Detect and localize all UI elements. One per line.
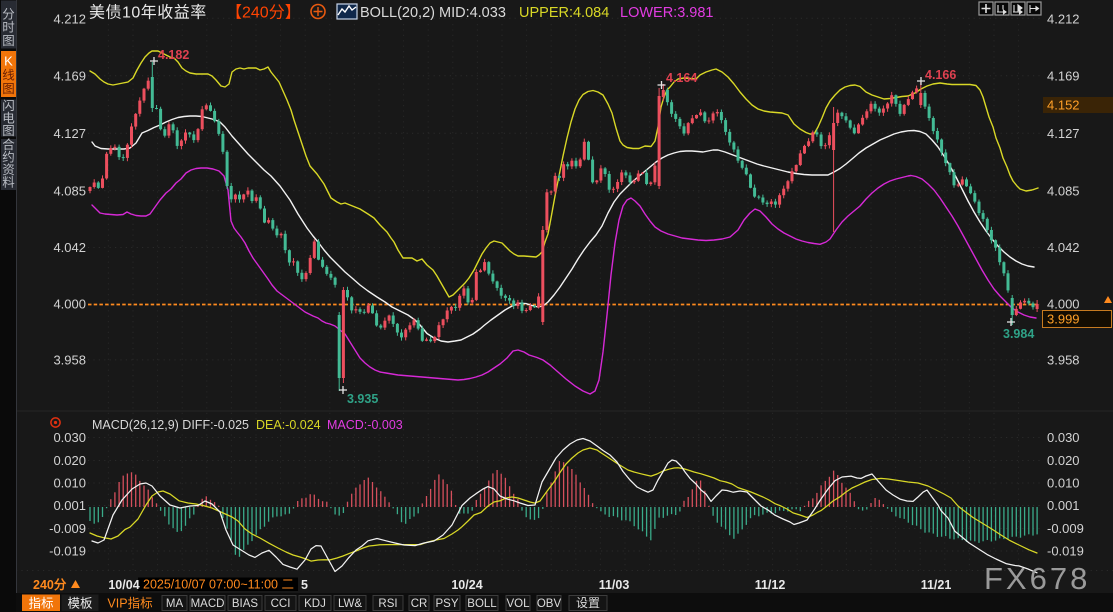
svg-text:料: 料 — [2, 176, 15, 190]
svg-text:3.999: 3.999 — [1047, 312, 1080, 327]
svg-text:VOL: VOL — [506, 598, 530, 610]
svg-text:11/03: 11/03 — [599, 578, 630, 592]
svg-text:0.010: 0.010 — [53, 476, 86, 491]
svg-text:指标: 指标 — [28, 596, 53, 611]
svg-text:BIAS: BIAS — [232, 598, 259, 610]
svg-text:3.958: 3.958 — [53, 353, 86, 368]
svg-text:模板: 模板 — [67, 597, 93, 611]
svg-text:LW&: LW& — [338, 598, 362, 610]
svg-text:BOLL(20,2) MID:4.033: BOLL(20,2) MID:4.033 — [360, 5, 506, 21]
svg-text:MACD: MACD — [191, 598, 225, 610]
svg-text:图: 图 — [2, 34, 15, 48]
svg-text:线: 线 — [2, 69, 15, 83]
svg-text:【240分】: 【240分】 — [226, 4, 301, 22]
svg-text:0.001: 0.001 — [53, 498, 86, 513]
svg-text:-0.019: -0.019 — [1047, 544, 1084, 559]
svg-text:0.020: 0.020 — [1047, 453, 1080, 468]
svg-text:0.030: 0.030 — [1047, 430, 1080, 445]
svg-text:3.958: 3.958 — [1047, 353, 1080, 368]
svg-text:4.169: 4.169 — [53, 69, 86, 84]
svg-text:4.166: 4.166 — [925, 68, 956, 82]
svg-text:0.030: 0.030 — [53, 430, 86, 445]
svg-text:分: 分 — [2, 8, 15, 22]
svg-text:时: 时 — [2, 21, 15, 35]
svg-text:240分: 240分 — [33, 577, 67, 592]
svg-text:CCI: CCI — [271, 598, 291, 610]
svg-text:10/04: 10/04 — [108, 578, 139, 592]
svg-text:-0.009: -0.009 — [1047, 521, 1084, 536]
svg-text:4.212: 4.212 — [53, 12, 86, 27]
svg-text:4.000: 4.000 — [53, 297, 86, 312]
svg-text:5: 5 — [301, 578, 308, 592]
svg-text:4.152: 4.152 — [1047, 98, 1080, 113]
svg-text:设置: 设置 — [576, 596, 600, 610]
svg-text:美债10年收益率: 美债10年收益率 — [89, 4, 207, 22]
svg-text:0.020: 0.020 — [53, 453, 86, 468]
svg-text:4.000: 4.000 — [1047, 297, 1080, 312]
svg-text:4.169: 4.169 — [1047, 69, 1080, 84]
svg-text:MA: MA — [166, 598, 184, 610]
svg-text:4.085: 4.085 — [1047, 184, 1080, 199]
svg-text:UPPER:4.084: UPPER:4.084 — [519, 5, 609, 21]
svg-text:10/24: 10/24 — [451, 578, 482, 592]
svg-text:OBV: OBV — [537, 598, 562, 610]
svg-text:MACD:-0.003: MACD:-0.003 — [327, 418, 403, 432]
svg-text:4.042: 4.042 — [1047, 240, 1080, 255]
svg-text:MACD(26,12,9) DIFF:-0.025: MACD(26,12,9) DIFF:-0.025 — [92, 418, 249, 432]
svg-text:DEA:-0.024: DEA:-0.024 — [256, 418, 321, 432]
svg-text:RSI: RSI — [378, 598, 397, 610]
svg-text:11/21: 11/21 — [921, 578, 952, 592]
svg-text:2025/10/07 07:00~11:00 二: 2025/10/07 07:00~11:00 二 — [143, 578, 294, 592]
svg-text:4.212: 4.212 — [1047, 12, 1080, 27]
svg-text:4.127: 4.127 — [1047, 126, 1080, 141]
svg-text:PSY: PSY — [435, 598, 458, 610]
svg-text:VIP指标: VIP指标 — [107, 596, 152, 611]
svg-text:CR: CR — [411, 598, 428, 610]
svg-text:3.984: 3.984 — [1003, 327, 1034, 341]
svg-text:-0.009: -0.009 — [49, 521, 86, 536]
svg-text:图: 图 — [2, 124, 15, 138]
svg-text:0.001: 0.001 — [1047, 498, 1080, 513]
svg-text:4.164: 4.164 — [666, 71, 697, 85]
svg-text:LOWER:3.981: LOWER:3.981 — [620, 5, 714, 21]
svg-text:4.182: 4.182 — [158, 48, 189, 62]
svg-text:4.085: 4.085 — [53, 184, 86, 199]
svg-text:BOLL: BOLL — [467, 598, 497, 610]
svg-text:11/12: 11/12 — [755, 578, 786, 592]
svg-text:4.127: 4.127 — [53, 126, 86, 141]
svg-text:K: K — [4, 54, 13, 69]
svg-text:图: 图 — [2, 82, 15, 96]
svg-text:3.935: 3.935 — [347, 392, 378, 406]
svg-text:KDJ: KDJ — [304, 598, 326, 610]
svg-text:FX678: FX678 — [984, 561, 1090, 596]
svg-text:4.042: 4.042 — [53, 240, 86, 255]
svg-text:0.010: 0.010 — [1047, 476, 1080, 491]
svg-text:-0.019: -0.019 — [49, 544, 86, 559]
